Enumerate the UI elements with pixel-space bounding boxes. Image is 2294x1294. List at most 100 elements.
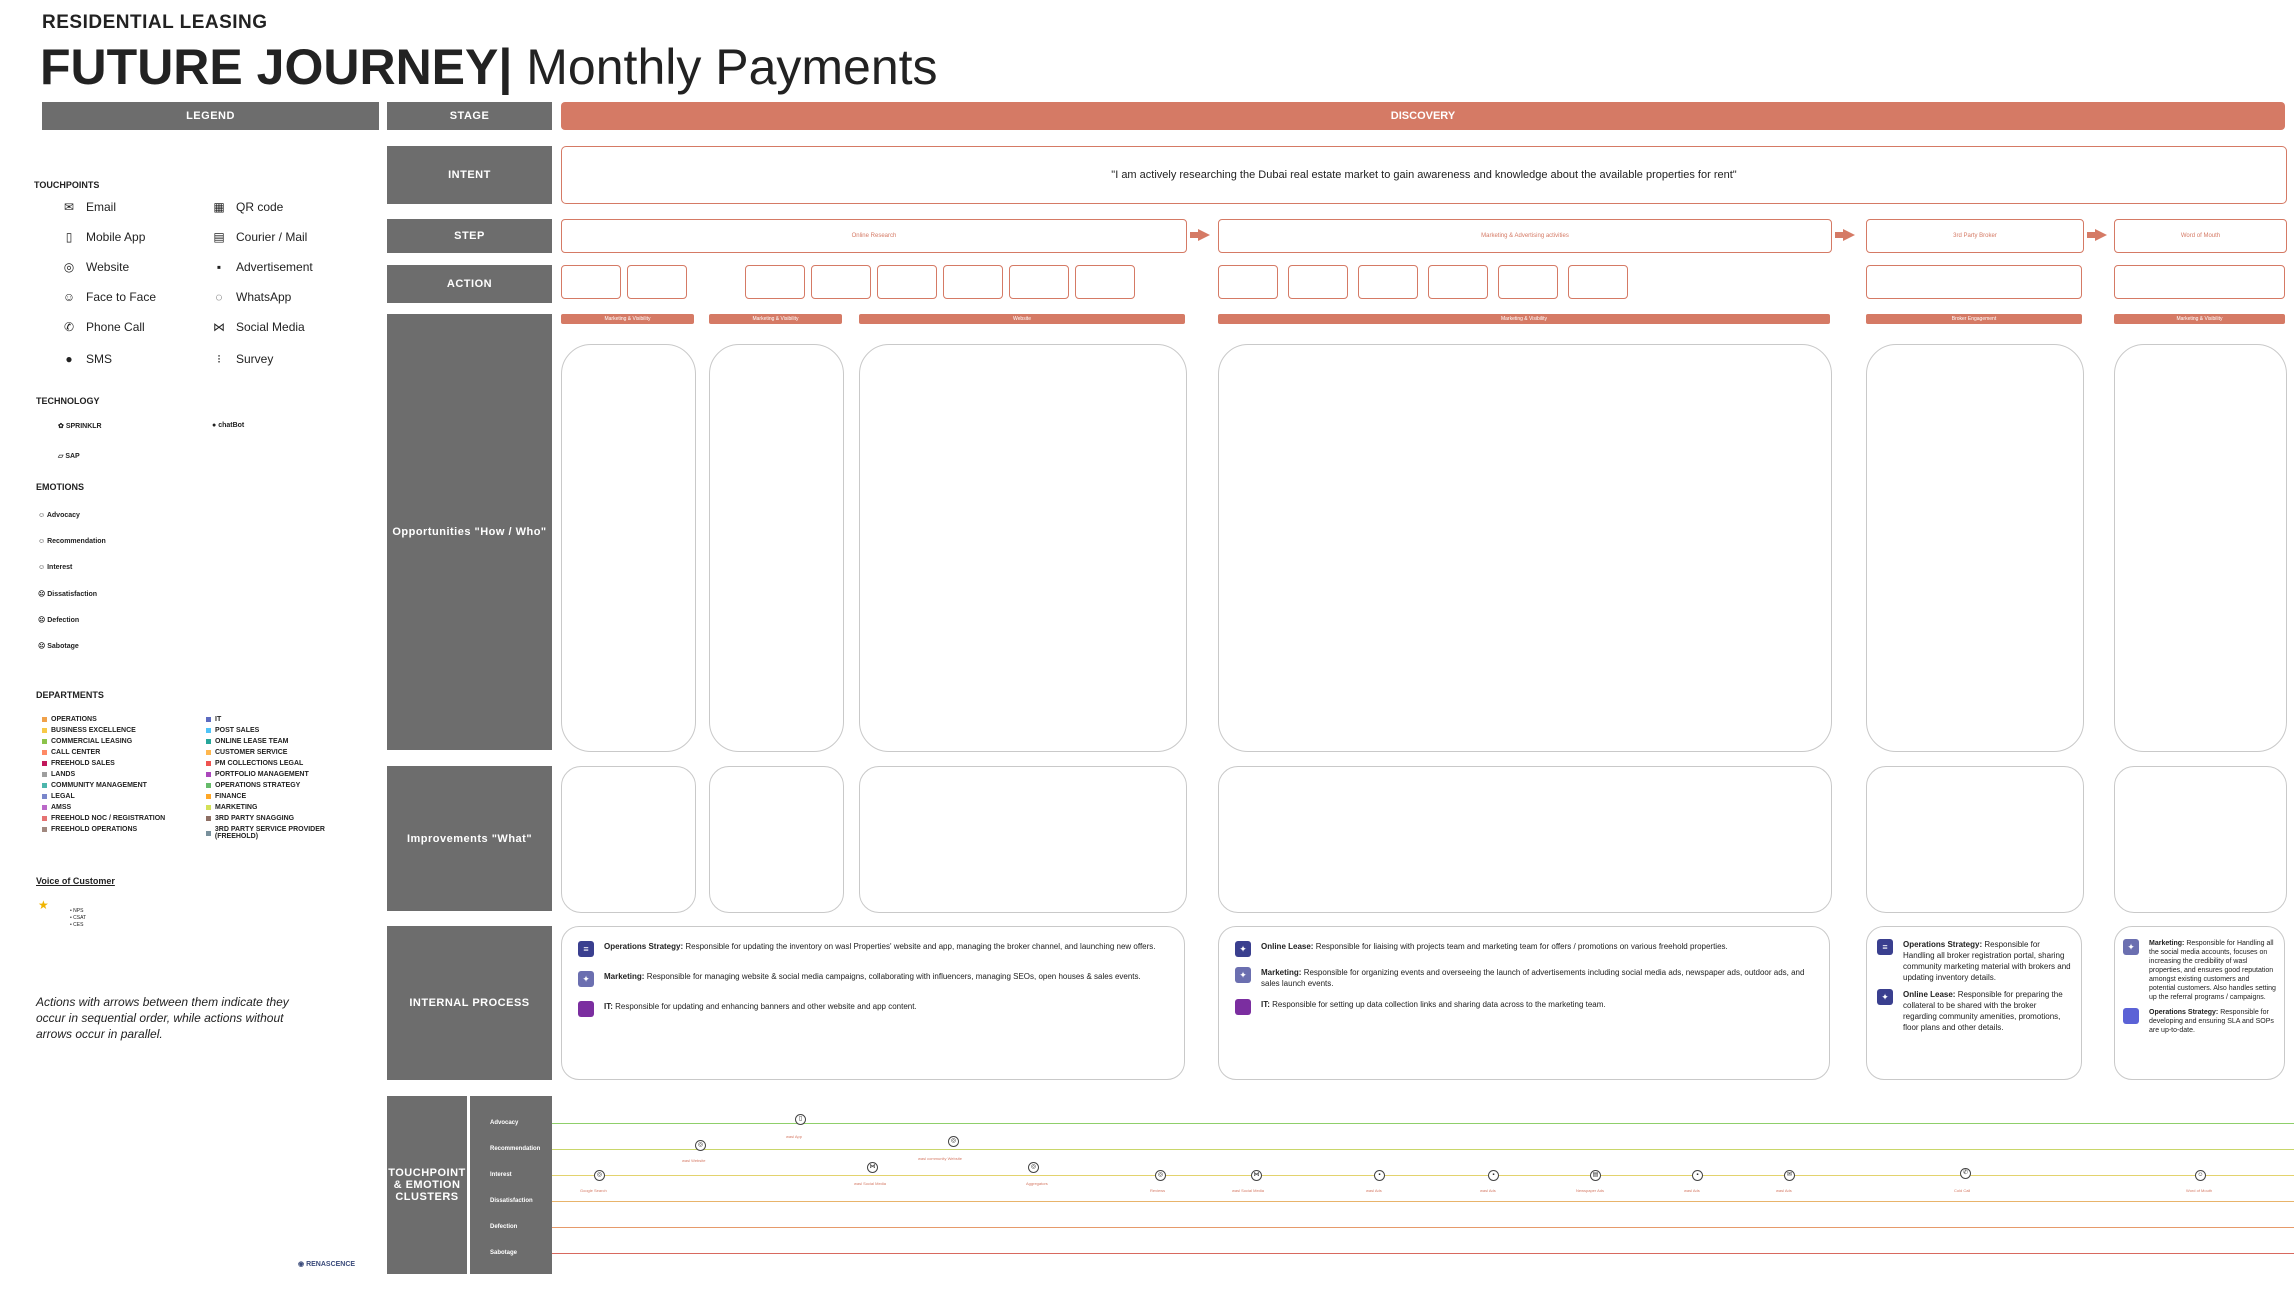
website-icon: ◎	[63, 260, 75, 274]
department-swatch	[206, 805, 211, 810]
line-advocacy	[552, 1123, 2294, 1124]
line-defection	[552, 1227, 2294, 1228]
website-icon: ◎	[695, 1140, 706, 1151]
emoji-icon: ☹	[38, 617, 48, 624]
department-item: OPERATIONS STRATEGY	[206, 782, 300, 789]
cluster-sabotage: Sabotage	[490, 1250, 518, 1256]
voc-label: CES	[73, 922, 84, 928]
action-row	[561, 265, 2285, 303]
department-swatch	[206, 772, 211, 777]
social-media-icon: ⋈	[1251, 1170, 1262, 1181]
face-to-face-icon: ☺	[62, 290, 76, 304]
department-label: COMMUNITY MANAGEMENT	[51, 782, 147, 789]
process-text: Responsible for liaising with projects t…	[1315, 942, 1728, 951]
website-icon: ◎	[948, 1136, 959, 1147]
legend-email: ✉ Email	[60, 198, 116, 216]
emotion-label: Defection	[47, 617, 80, 624]
process-label: Marketing:	[1261, 968, 1302, 977]
emotion-label: Sabotage	[47, 643, 79, 650]
advertisement-icon: ▪	[216, 260, 222, 274]
legend-label: Courier / Mail	[236, 230, 308, 244]
department-label: LANDS	[51, 771, 76, 778]
department-item: MARKETING	[206, 804, 257, 811]
department-item: LEGAL	[42, 793, 75, 800]
legend-label: Phone Call	[86, 320, 145, 334]
opportunity-box	[561, 344, 696, 752]
row-opportunities: Opportunities "How / Who"	[387, 314, 552, 750]
legend-website: ◎ Website	[60, 258, 129, 276]
online-lease-icon: ✦	[1235, 941, 1251, 957]
department-item: FREEHOLD SALES	[42, 760, 115, 767]
department-swatch	[206, 816, 211, 821]
category-bar: Marketing & Visibility	[561, 314, 694, 324]
department-item: CALL CENTER	[42, 749, 100, 756]
department-item: FREEHOLD NOC / REGISTRATION	[42, 815, 165, 822]
footer-logo: ◉ RENASCENCE	[298, 1260, 355, 1268]
department-swatch	[206, 761, 211, 766]
opportunity-box	[1866, 344, 2084, 752]
step-arrow-icon	[1843, 229, 1855, 241]
department-label: ONLINE LEASE TEAM	[215, 738, 289, 745]
row-step: STEP	[387, 219, 552, 253]
phone-icon: ✆	[63, 320, 75, 334]
process-label: IT:	[1261, 1000, 1270, 1009]
touchpoint-label: wasl Ads	[1776, 1188, 1792, 1193]
opportunity-box	[709, 344, 844, 752]
improvement-box	[709, 766, 844, 913]
department-item: FREEHOLD OPERATIONS	[42, 826, 137, 833]
legend-qr: ▦ QR code	[210, 198, 283, 216]
process-label: Operations Strategy:	[604, 942, 684, 951]
action-box	[1009, 265, 1069, 299]
process-label: Online Lease:	[1261, 942, 1314, 951]
advertisement-icon: ▪	[1488, 1170, 1499, 1181]
voc-label: CSAT	[73, 915, 87, 921]
cluster-interest: Interest	[490, 1172, 512, 1178]
department-item: 3RD PARTY SNAGGING	[206, 815, 294, 822]
face-to-face-icon: ☺	[2195, 1170, 2206, 1181]
department-label: AMSS	[51, 804, 72, 811]
category-bar: Broker Engagement	[1866, 314, 2082, 324]
tech-chatbot: ● chatBot	[212, 422, 244, 429]
sprinklr-icon: ✿	[58, 423, 66, 430]
page-kicker: RESIDENTIAL LEASING	[42, 12, 268, 33]
it-icon	[1235, 999, 1251, 1015]
action-box	[627, 265, 687, 299]
process-text: Responsible for updating the inventory o…	[685, 942, 1156, 951]
emotions-title: EMOTIONS	[36, 482, 85, 492]
marketing-icon: ✦	[578, 971, 594, 987]
department-item: PORTFOLIO MANAGEMENT	[206, 771, 309, 778]
email-icon: ✉	[63, 200, 75, 214]
title-light: Monthly Payments	[526, 39, 938, 95]
process-entry: ✦ Marketing: Responsible for organizing e…	[1235, 967, 1813, 989]
department-swatch	[42, 761, 47, 766]
voc-items: • NPS • CSAT • CES	[70, 908, 86, 929]
touchpoint-label: wasl App	[786, 1134, 803, 1139]
department-swatch	[42, 717, 47, 722]
department-swatch	[42, 750, 47, 755]
department-swatch	[206, 783, 211, 788]
line-sabotage	[552, 1253, 2294, 1254]
discovery-band: DISCOVERY	[561, 102, 2285, 130]
phone-icon: ✆	[1960, 1168, 1971, 1179]
improvement-box	[561, 766, 696, 913]
emoji-icon: ☹	[38, 643, 48, 650]
process-entry: ≡ Operations Strategy: Responsible for up…	[578, 941, 1168, 957]
opportunity-box	[2114, 344, 2287, 752]
tech-label: chatBot	[218, 422, 245, 429]
process-entry: ✦ Marketing: Responsible for Handling all…	[2123, 939, 2276, 1002]
legend-label: SMS	[86, 352, 113, 366]
legend-label: Face to Face	[86, 290, 157, 304]
department-label: PORTFOLIO MANAGEMENT	[215, 771, 309, 778]
department-label: OPERATIONS	[51, 716, 97, 723]
logo-icon: ◉	[298, 1261, 307, 1268]
department-label: FREEHOLD NOC / REGISTRATION	[51, 815, 166, 822]
process-label: Online Lease:	[1903, 990, 1956, 999]
action-box	[877, 265, 937, 299]
improvement-box	[1218, 766, 1832, 913]
department-item: 3RD PARTY SERVICE PROVIDER (FREEHOLD)	[206, 826, 366, 840]
process-label: Operations Strategy:	[2149, 1009, 2219, 1016]
survey-icon: ⁝	[217, 352, 221, 366]
legend-note: Actions with arrows between them indicat…	[36, 995, 289, 1041]
category-bar: Marketing & Visibility	[1218, 314, 1830, 324]
department-label: 3RD PARTY SNAGGING	[215, 815, 295, 822]
